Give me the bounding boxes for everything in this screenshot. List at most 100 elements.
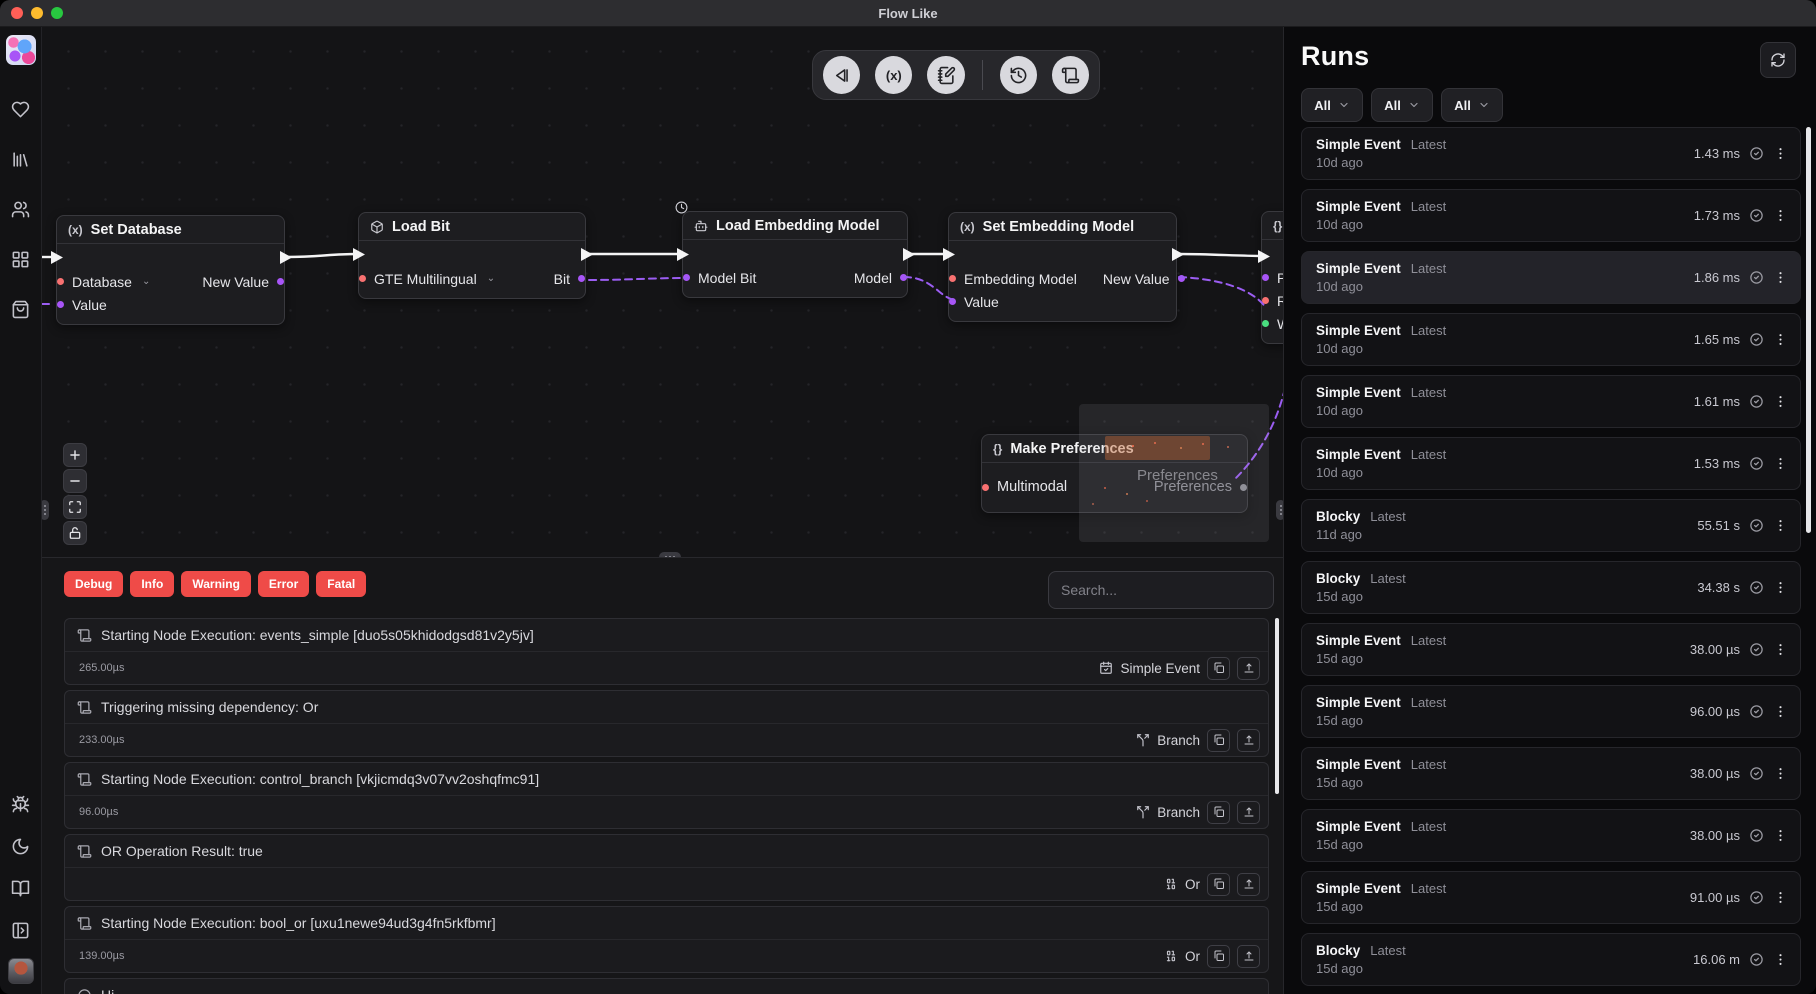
copy-button[interactable] <box>1207 729 1230 752</box>
run-item[interactable]: BlockyLatest 11d ago 55.51 s <box>1301 499 1801 552</box>
variables-button[interactable]: (x) <box>875 56 912 94</box>
app-logo-icon[interactable] <box>6 35 36 65</box>
log-level-chip[interactable]: Info <box>130 571 174 597</box>
log-entry[interactable]: Starting Node Execution: bool_or [uxu1ne… <box>64 906 1269 973</box>
run-menu-button[interactable] <box>1773 332 1788 347</box>
run-menu-button[interactable] <box>1773 208 1788 223</box>
log-entry[interactable]: Hi <box>64 978 1269 994</box>
run-item[interactable]: Simple EventLatest 10d ago 1.53 ms <box>1301 437 1801 490</box>
open-share-button[interactable] <box>1237 729 1260 752</box>
node-partial-right[interactable]: {} Pr Re W <box>1261 211 1283 344</box>
log-entry[interactable]: Starting Node Execution: control_branch … <box>64 762 1269 829</box>
log-level-chip[interactable]: Fatal <box>316 571 366 597</box>
run-item[interactable]: Simple EventLatest 10d ago 1.73 ms <box>1301 189 1801 242</box>
step-back-button[interactable] <box>823 56 860 94</box>
logpanel-resize-handle[interactable] <box>659 552 681 557</box>
log-entry[interactable]: OR Operation Result: true Or <box>64 834 1269 901</box>
copy-button[interactable] <box>1207 945 1230 968</box>
port-dot[interactable] <box>57 278 64 285</box>
input-port-bit-select[interactable]: GTE Multilingual⌄ <box>373 271 495 287</box>
port-dot[interactable] <box>683 274 690 281</box>
sidebar-resize-handle[interactable] <box>42 500 49 520</box>
node-load-bit[interactable]: Load Bit GTE Multilingual⌄ Bit <box>358 212 586 299</box>
run-menu-button[interactable] <box>1773 828 1788 843</box>
run-menu-button[interactable] <box>1773 890 1788 905</box>
close-button[interactable] <box>11 7 23 19</box>
minimize-button[interactable] <box>31 7 43 19</box>
node-load-embedding-model[interactable]: Load Embedding Model Model Bit Model <box>682 211 908 298</box>
run-item[interactable]: Simple EventLatest 10d ago 1.86 ms <box>1301 251 1801 304</box>
run-menu-button[interactable] <box>1773 952 1788 967</box>
run-menu-button[interactable] <box>1773 456 1788 471</box>
log-level-chip[interactable]: Debug <box>64 571 123 597</box>
open-share-button[interactable] <box>1237 945 1260 968</box>
run-item[interactable]: Simple EventLatest 15d ago 96.00 µs <box>1301 685 1801 738</box>
input-port-value[interactable]: Value <box>71 297 107 313</box>
log-search-input[interactable] <box>1048 571 1274 609</box>
port-dot[interactable] <box>277 278 284 285</box>
log-level-chip[interactable]: Warning <box>181 571 251 597</box>
run-menu-button[interactable] <box>1773 270 1788 285</box>
port-dot[interactable] <box>359 275 366 282</box>
panel-toggle-icon[interactable] <box>9 918 33 942</box>
port-dot[interactable] <box>949 298 956 305</box>
input-port[interactable]: Re <box>1276 293 1283 309</box>
log-entry[interactable]: Starting Node Execution: events_simple [… <box>64 618 1269 685</box>
node-set-embedding-model[interactable]: (x)Set Embedding Model Embedding Model N… <box>948 212 1177 322</box>
open-share-button[interactable] <box>1237 801 1260 824</box>
run-item[interactable]: Simple EventLatest 15d ago 38.00 µs <box>1301 747 1801 800</box>
runs-filter-dropdown[interactable]: All <box>1441 88 1503 122</box>
run-menu-button[interactable] <box>1773 642 1788 657</box>
input-port-model-bit[interactable]: Model Bit <box>697 270 756 286</box>
lock-button[interactable] <box>63 521 87 545</box>
run-item[interactable]: Simple EventLatest 15d ago 91.00 µs <box>1301 871 1801 924</box>
runs-filter-dropdown[interactable]: All <box>1301 88 1363 122</box>
port-dot[interactable] <box>578 275 585 282</box>
zoom-out-button[interactable] <box>63 469 87 493</box>
notes-button[interactable] <box>927 56 964 94</box>
log-scrollbar[interactable] <box>1275 618 1279 794</box>
input-port[interactable]: W <box>1276 316 1283 332</box>
chevron-down-icon[interactable]: ⌄ <box>142 276 150 287</box>
run-item[interactable]: BlockyLatest 15d ago 34.38 s <box>1301 561 1801 614</box>
users-icon[interactable] <box>9 197 33 221</box>
runs-scrollbar[interactable] <box>1806 127 1811 533</box>
port-dot[interactable] <box>57 301 64 308</box>
output-port-new-value[interactable]: New Value <box>1103 271 1171 287</box>
run-item[interactable]: Simple EventLatest 10d ago 1.61 ms <box>1301 375 1801 428</box>
user-avatar[interactable] <box>8 958 34 984</box>
open-share-button[interactable] <box>1237 657 1260 680</box>
port-dot[interactable] <box>1262 274 1269 281</box>
node-set-database[interactable]: (x)Set Database Database⌄ New Value Valu… <box>56 215 285 325</box>
open-share-button[interactable] <box>1237 873 1260 896</box>
copy-button[interactable] <box>1207 657 1230 680</box>
store-bag-icon[interactable] <box>9 297 33 321</box>
history-button[interactable] <box>1000 56 1037 94</box>
input-port-database[interactable]: Database⌄ <box>71 274 150 290</box>
run-menu-button[interactable] <box>1773 766 1788 781</box>
zoom-in-button[interactable] <box>63 443 87 467</box>
theme-moon-icon[interactable] <box>9 834 33 858</box>
run-menu-button[interactable] <box>1773 146 1788 161</box>
port-dot[interactable] <box>1262 320 1269 327</box>
log-entry[interactable]: Triggering missing dependency: Or 233.00… <box>64 690 1269 757</box>
run-item[interactable]: Simple EventLatest 10d ago 1.65 ms <box>1301 313 1801 366</box>
flow-canvas[interactable]: (x)Set Database Database⌄ New Value Valu… <box>42 27 1283 557</box>
run-item[interactable]: Simple EventLatest 10d ago 1.43 ms <box>1301 127 1801 180</box>
copy-button[interactable] <box>1207 873 1230 896</box>
run-item[interactable]: BlockyLatest 15d ago 16.06 m <box>1301 933 1801 986</box>
run-menu-button[interactable] <box>1773 394 1788 409</box>
apps-grid-icon[interactable] <box>9 247 33 271</box>
log-level-chip[interactable]: Error <box>258 571 309 597</box>
output-port-bit[interactable]: Bit <box>554 271 571 287</box>
runs-filter-dropdown[interactable]: All <box>1371 88 1433 122</box>
port-dot[interactable] <box>900 274 907 281</box>
fit-view-button[interactable] <box>63 495 87 519</box>
run-item[interactable]: Simple EventLatest 15d ago 38.00 µs <box>1301 623 1801 676</box>
output-port-new-value[interactable]: New Value <box>202 274 270 290</box>
refresh-button[interactable] <box>1760 42 1796 78</box>
run-menu-button[interactable] <box>1773 704 1788 719</box>
run-item[interactable]: Simple EventLatest 15d ago 38.00 µs <box>1301 809 1801 862</box>
debug-bug-icon[interactable] <box>9 792 33 816</box>
library-icon[interactable] <box>9 147 33 171</box>
